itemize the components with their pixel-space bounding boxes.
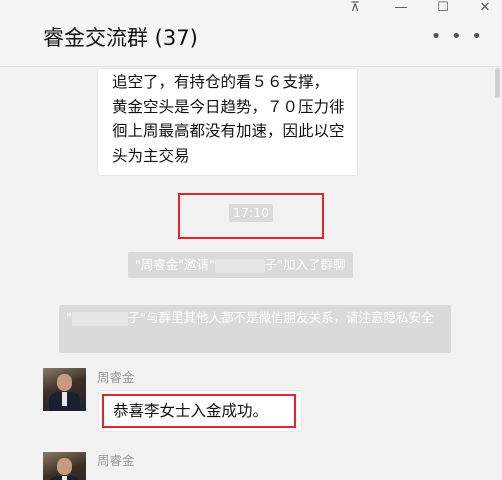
close-icon[interactable]: ✕ bbox=[470, 0, 500, 16]
message-bubble[interactable]: 追空了，有持仓的看５６支撑， 黄金空头是今日趋势，７０压力徘徊上周最高都没有加速… bbox=[97, 68, 358, 176]
pin-icon[interactable]: ⊼ bbox=[340, 0, 370, 16]
minimize-icon[interactable]: — bbox=[386, 0, 416, 16]
redacted-name bbox=[214, 258, 265, 273]
system-notice-text: 子"与群里其他人都不是微信朋友关系，请注意隐私安全 bbox=[127, 310, 434, 325]
redacted-name bbox=[71, 311, 128, 326]
sender-name: 周睿金 bbox=[97, 453, 135, 468]
chat-title: 睿金交流群 (37) bbox=[43, 26, 198, 50]
title-bar: 睿金交流群 (37) ⊼ — ☐ ✕ • • • bbox=[0, 0, 502, 67]
more-options-icon[interactable]: • • • bbox=[431, 28, 484, 46]
system-notice-invite: "周睿金"邀请" 子"加入了群聊 bbox=[128, 252, 353, 278]
maximize-icon[interactable]: ☐ bbox=[428, 0, 458, 16]
sender-name: 周睿金 bbox=[97, 370, 135, 385]
system-notice-text: "周睿金"邀请" bbox=[135, 257, 215, 272]
system-notice-privacy: " 子"与群里其他人都不是微信朋友关系，请注意隐私安全 bbox=[59, 305, 451, 353]
chat-area[interactable]: 追空了，有持仓的看５６支撑， 黄金空头是今日趋势，７０压力徘徊上周最高都没有加速… bbox=[0, 68, 502, 480]
system-notice-text: 子"加入了群聊 bbox=[264, 257, 346, 272]
highlight-box bbox=[102, 394, 296, 428]
highlight-box bbox=[178, 193, 324, 239]
scrollbar[interactable] bbox=[495, 68, 500, 98]
avatar[interactable] bbox=[43, 368, 86, 411]
avatar[interactable] bbox=[43, 452, 86, 480]
system-notice-text: " bbox=[66, 310, 72, 325]
